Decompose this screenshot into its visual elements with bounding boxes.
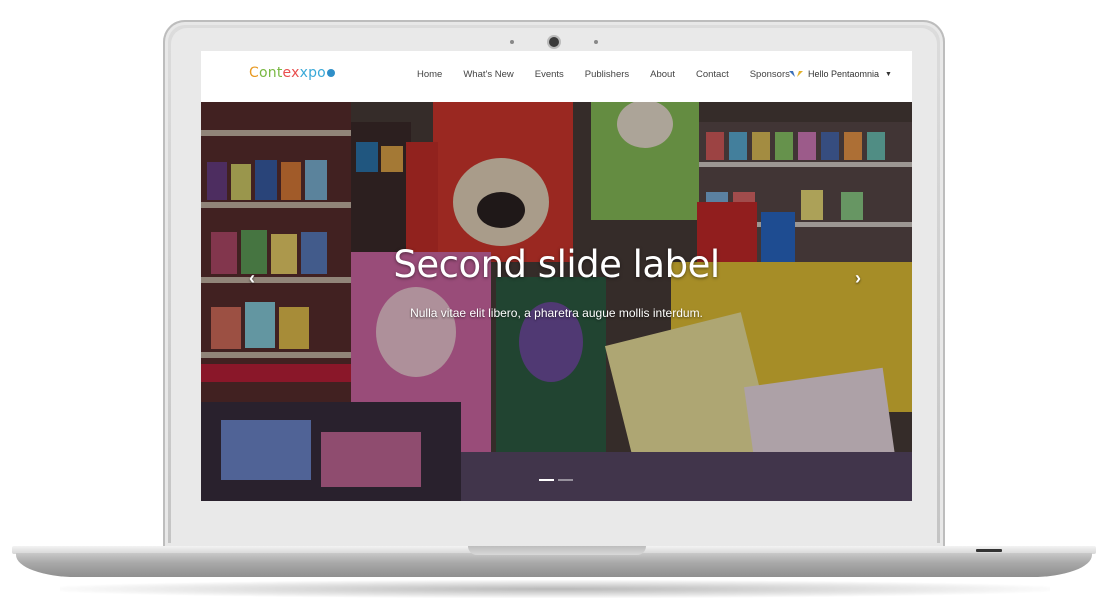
nav-about[interactable]: About	[650, 69, 675, 80]
carousel-indicators	[539, 479, 573, 481]
logo-part-ont: ont	[258, 65, 283, 81]
slide-title: Second slide label	[393, 243, 720, 286]
indicator-slide-2[interactable]	[558, 479, 573, 481]
logo-letter-c: C	[249, 65, 259, 81]
chevron-right-icon[interactable]: ›	[855, 268, 861, 289]
laptop-hinge-notch	[468, 546, 646, 555]
logo-globe-icon	[326, 69, 335, 77]
slide-dim-overlay	[201, 102, 912, 501]
user-menu[interactable]: Hello Pentaomnia ▼	[789, 69, 892, 79]
main-nav: Home What's New Events Publishers About …	[417, 69, 811, 80]
webcam-icon	[549, 37, 559, 47]
laptop-base	[16, 553, 1092, 577]
nav-whats-new[interactable]: What's New	[463, 69, 513, 80]
site-logo[interactable]: Contexxpo	[249, 65, 335, 81]
chevron-left-icon[interactable]: ‹	[249, 268, 255, 289]
nav-contact[interactable]: Contact	[696, 69, 729, 80]
bird-logo-icon	[789, 71, 803, 77]
laptop-mockup: Contexxpo Home What's New Events Publish…	[0, 0, 1107, 604]
sensor-right-icon	[594, 40, 598, 44]
laptop-shadow	[60, 580, 1050, 598]
logo-part-xpo: xpo	[299, 65, 326, 81]
laptop-screen: Contexxpo Home What's New Events Publish…	[201, 51, 912, 501]
nav-events[interactable]: Events	[535, 69, 564, 80]
slide-caption: Nulla vitae elit libero, a pharetra augu…	[410, 306, 703, 320]
nav-home[interactable]: Home	[417, 69, 442, 80]
hero-carousel: Second slide label Nulla vitae elit libe…	[201, 102, 912, 501]
chevron-down-icon: ▼	[885, 70, 892, 78]
logo-part-ex: ex	[282, 65, 300, 81]
indicator-slide-1[interactable]	[539, 479, 554, 481]
site-navbar: Contexxpo Home What's New Events Publish…	[201, 51, 912, 102]
nav-sponsors[interactable]: Sponsors	[750, 69, 790, 80]
power-led-icon	[976, 549, 1002, 552]
user-greeting: Hello Pentaomnia	[808, 69, 880, 79]
sensor-left-icon	[510, 40, 514, 44]
nav-publishers[interactable]: Publishers	[585, 69, 629, 80]
